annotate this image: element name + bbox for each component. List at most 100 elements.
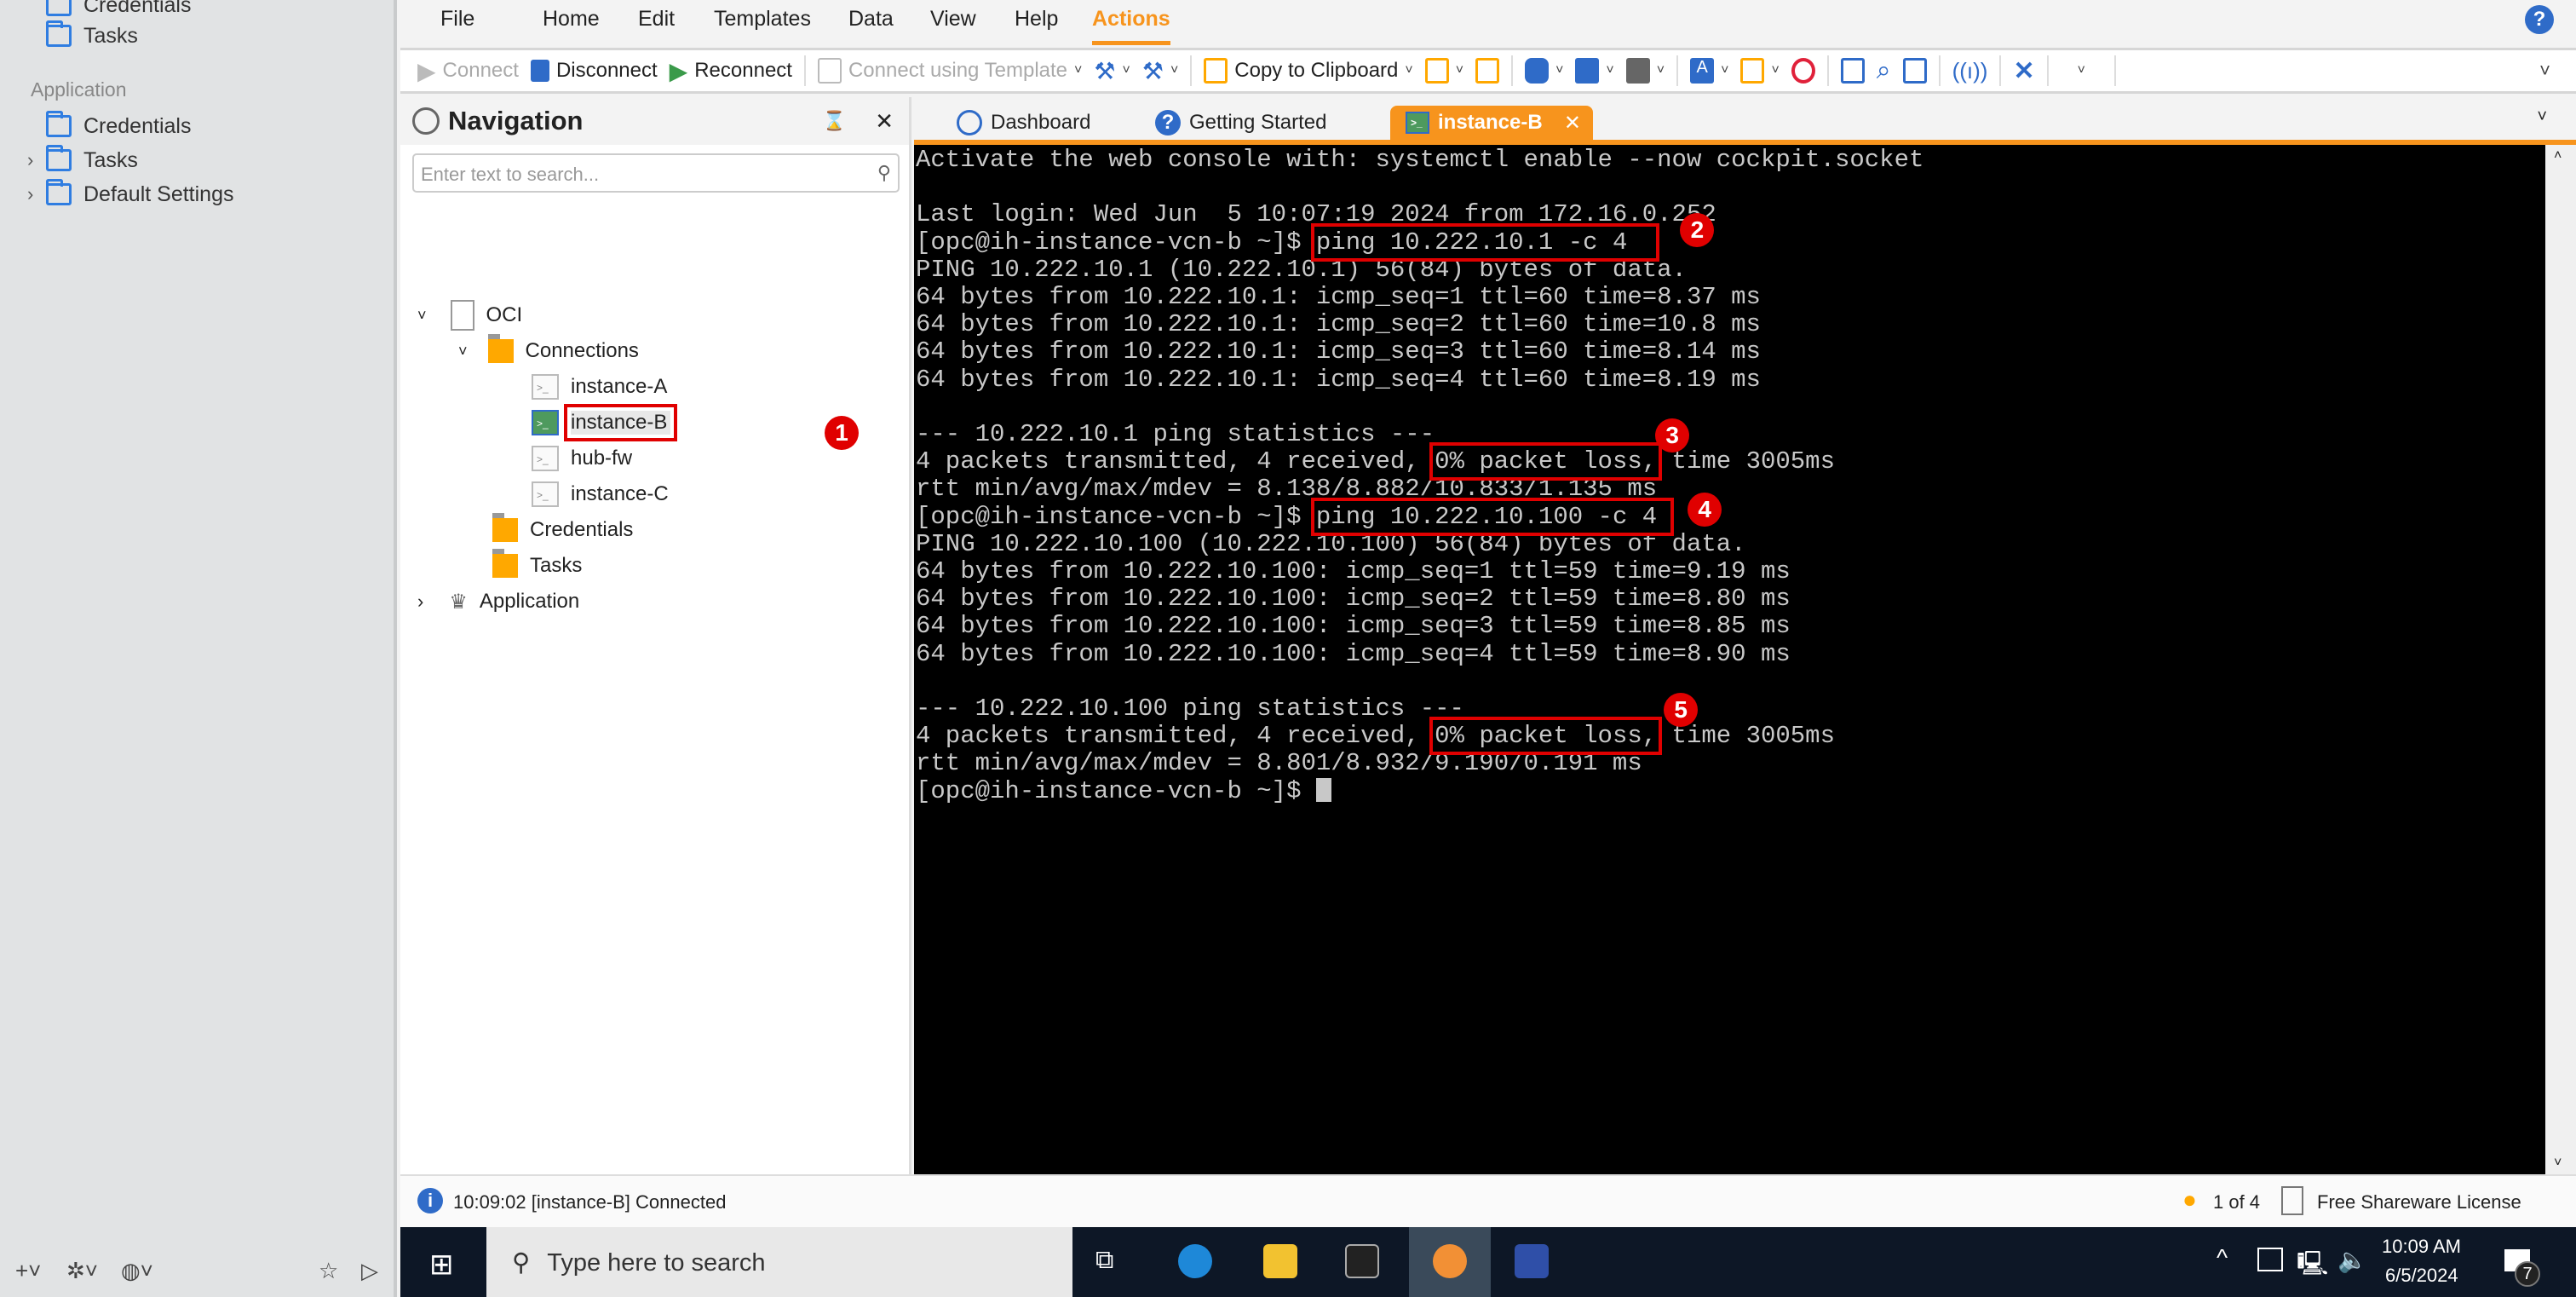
menu-home[interactable]: Home: [543, 7, 600, 32]
terminal-icon: >_: [532, 481, 559, 507]
tabs-dropdown-icon[interactable]: ˅: [2537, 107, 2547, 127]
dashboard-icon: [957, 110, 982, 135]
sidebar-item-app-credentials[interactable]: Credentials: [46, 109, 191, 143]
clipboard-image-icon[interactable]: [1475, 58, 1500, 84]
tab-dashboard[interactable]: Dashboard: [957, 106, 1090, 140]
menu-data[interactable]: Data: [848, 7, 894, 32]
connect-button[interactable]: ▶ Connect: [417, 57, 519, 85]
tree-item-instance-c[interactable]: >_ instance-C: [532, 477, 669, 511]
menu-edit[interactable]: Edit: [638, 7, 675, 32]
windows-start-icon[interactable]: ⊞: [429, 1248, 454, 1282]
folder-icon: [492, 549, 518, 578]
add-icon[interactable]: +˅: [15, 1258, 41, 1284]
search-icon[interactable]: ⚲: [877, 162, 891, 184]
tray-remote-icon[interactable]: [2257, 1248, 2283, 1271]
sidebar-item-tasks[interactable]: Tasks: [46, 19, 138, 53]
terminal-icon: >_: [532, 374, 559, 400]
tree-item-hub-fw[interactable]: >_ hub-fw: [532, 441, 632, 476]
chevron-down-icon[interactable]: ˅: [458, 343, 468, 360]
tree-item-instance-b[interactable]: >_ instance-B 1: [532, 404, 859, 450]
divider: [1999, 55, 2002, 86]
tree-item-connections[interactable]: ˅ Connections: [458, 334, 639, 368]
play-icon[interactable]: ▷: [361, 1258, 378, 1284]
connect-template-button[interactable]: Connect using Template ˅: [817, 58, 1082, 84]
navigation-search-input[interactable]: Enter text to search... ⚲: [412, 153, 900, 193]
clock-time[interactable]: 10:09 AM: [2382, 1236, 2461, 1258]
scroll-up-icon[interactable]: ˄: [2554, 148, 2562, 164]
sidebar-item-default-settings[interactable]: › Default Settings: [27, 177, 234, 211]
disconnect-button[interactable]: Disconnect: [530, 59, 658, 83]
clock-date[interactable]: 6/5/2024: [2385, 1265, 2458, 1287]
screenshot-dropdown[interactable]: ˅: [1525, 58, 1563, 84]
annotation-badge: 1: [825, 416, 859, 450]
tree-item-application[interactable]: › ♛ Application: [417, 585, 579, 619]
menu-view[interactable]: View: [930, 7, 976, 32]
royal-ts-icon[interactable]: [1433, 1244, 1467, 1278]
menu-file[interactable]: File: [440, 7, 474, 32]
tree-item-oci[interactable]: ˅ OCI: [417, 298, 522, 332]
hammer-dropdown[interactable]: ⚒ ˅: [1142, 57, 1178, 85]
copy-clipboard-button[interactable]: Copy to Clipboard ˅: [1204, 58, 1413, 84]
tab-instance-b[interactable]: >_ instance-B ✕: [1390, 106, 1593, 140]
terminal-scrollbar[interactable]: ˄ ˅: [2545, 145, 2576, 1174]
tree-item-credentials[interactable]: Credentials: [492, 513, 633, 547]
star-icon[interactable]: ☆: [319, 1258, 338, 1284]
edge-icon[interactable]: [1178, 1244, 1212, 1278]
stop-sign-icon[interactable]: [1791, 58, 1815, 84]
task-view-icon[interactable]: ⧉: [1095, 1246, 1113, 1275]
document-icon: [450, 300, 474, 331]
sidebar-item-app-tasks[interactable]: › Tasks: [27, 143, 138, 177]
hammer-icon: ⚒: [1141, 57, 1164, 84]
terminal-icon: >_: [1406, 112, 1429, 134]
search-icon[interactable]: ⌕: [1877, 56, 1891, 85]
license-status[interactable]: Free Shareware License: [2317, 1191, 2521, 1213]
toolbar-expand-icon[interactable]: ˅: [2539, 60, 2550, 82]
terminal-output[interactable]: Activate the web console with: systemctl…: [914, 145, 2545, 1174]
tab-getting-started[interactable]: ? Getting Started: [1155, 106, 1326, 140]
stop-icon: [530, 60, 549, 82]
tools-dropdown[interactable]: ⚒ ˅: [1094, 57, 1130, 85]
paste-dropdown[interactable]: ˅: [1740, 58, 1780, 84]
chevron-right-icon[interactable]: ›: [27, 149, 33, 171]
tray-expand-icon[interactable]: ^: [2217, 1244, 2228, 1271]
more-dropdown-icon[interactable]: ˅: [2078, 63, 2085, 78]
tray-network-icon[interactable]: 🖳: [2297, 1246, 2328, 1287]
antenna-icon[interactable]: ((ı)): [1952, 58, 1988, 84]
favorite-command-dropdown[interactable]: ˅: [1625, 58, 1665, 84]
chevron-right-icon[interactable]: ›: [27, 183, 33, 205]
pin-icon[interactable]: ⌛: [823, 110, 846, 132]
tips-counter[interactable]: 1 of 4: [2213, 1191, 2260, 1213]
reconnect-button[interactable]: ▶ Reconnect: [670, 57, 792, 85]
chevron-right-icon[interactable]: ›: [417, 591, 423, 613]
divider: [803, 55, 806, 86]
record-icon[interactable]: [1902, 58, 1927, 84]
divider: [1511, 55, 1514, 86]
terminal-app-icon[interactable]: [1345, 1244, 1379, 1278]
close-icon[interactable]: ✕: [875, 108, 894, 135]
user-icon[interactable]: ◍˅: [121, 1258, 153, 1284]
network-app-icon[interactable]: [1515, 1244, 1549, 1278]
menu-actions[interactable]: Actions: [1092, 7, 1170, 45]
disconnect-screen-icon[interactable]: [1840, 58, 1865, 84]
font-dropdown[interactable]: A ˅: [1690, 58, 1728, 84]
favorite-text-dropdown[interactable]: ˅: [1575, 58, 1614, 84]
file-explorer-icon[interactable]: [1263, 1244, 1297, 1278]
network-icon[interactable]: ✕: [2013, 56, 2034, 86]
lightbulb-icon[interactable]: ●: [2182, 1186, 2197, 1213]
menu-help[interactable]: Help: [1015, 7, 1058, 32]
tree-item-tasks[interactable]: Tasks: [492, 549, 582, 583]
tray-volume-muted-icon[interactable]: 🔈: [2337, 1246, 2367, 1274]
gear-icon[interactable]: ✲˅: [66, 1258, 98, 1284]
paste-icon: [1740, 58, 1765, 84]
navigation-panel: Navigation ⌛ ✕ Enter text to search... ⚲ …: [400, 97, 911, 1174]
menu-templates[interactable]: Templates: [714, 7, 811, 32]
tree-item-instance-a[interactable]: >_ instance-A: [532, 370, 667, 404]
help-icon[interactable]: ?: [2525, 5, 2554, 34]
close-tab-icon[interactable]: ✕: [1564, 111, 1581, 135]
taskbar-search-box[interactable]: ⚲ Type here to search: [486, 1227, 1072, 1297]
chevron-down-icon[interactable]: ˅: [417, 307, 427, 325]
command-star-icon: [1625, 58, 1650, 84]
folder-icon: [46, 145, 72, 171]
clipboard-text-dropdown[interactable]: ˅: [1424, 58, 1463, 84]
scroll-down-icon[interactable]: ˅: [2554, 1156, 2562, 1171]
